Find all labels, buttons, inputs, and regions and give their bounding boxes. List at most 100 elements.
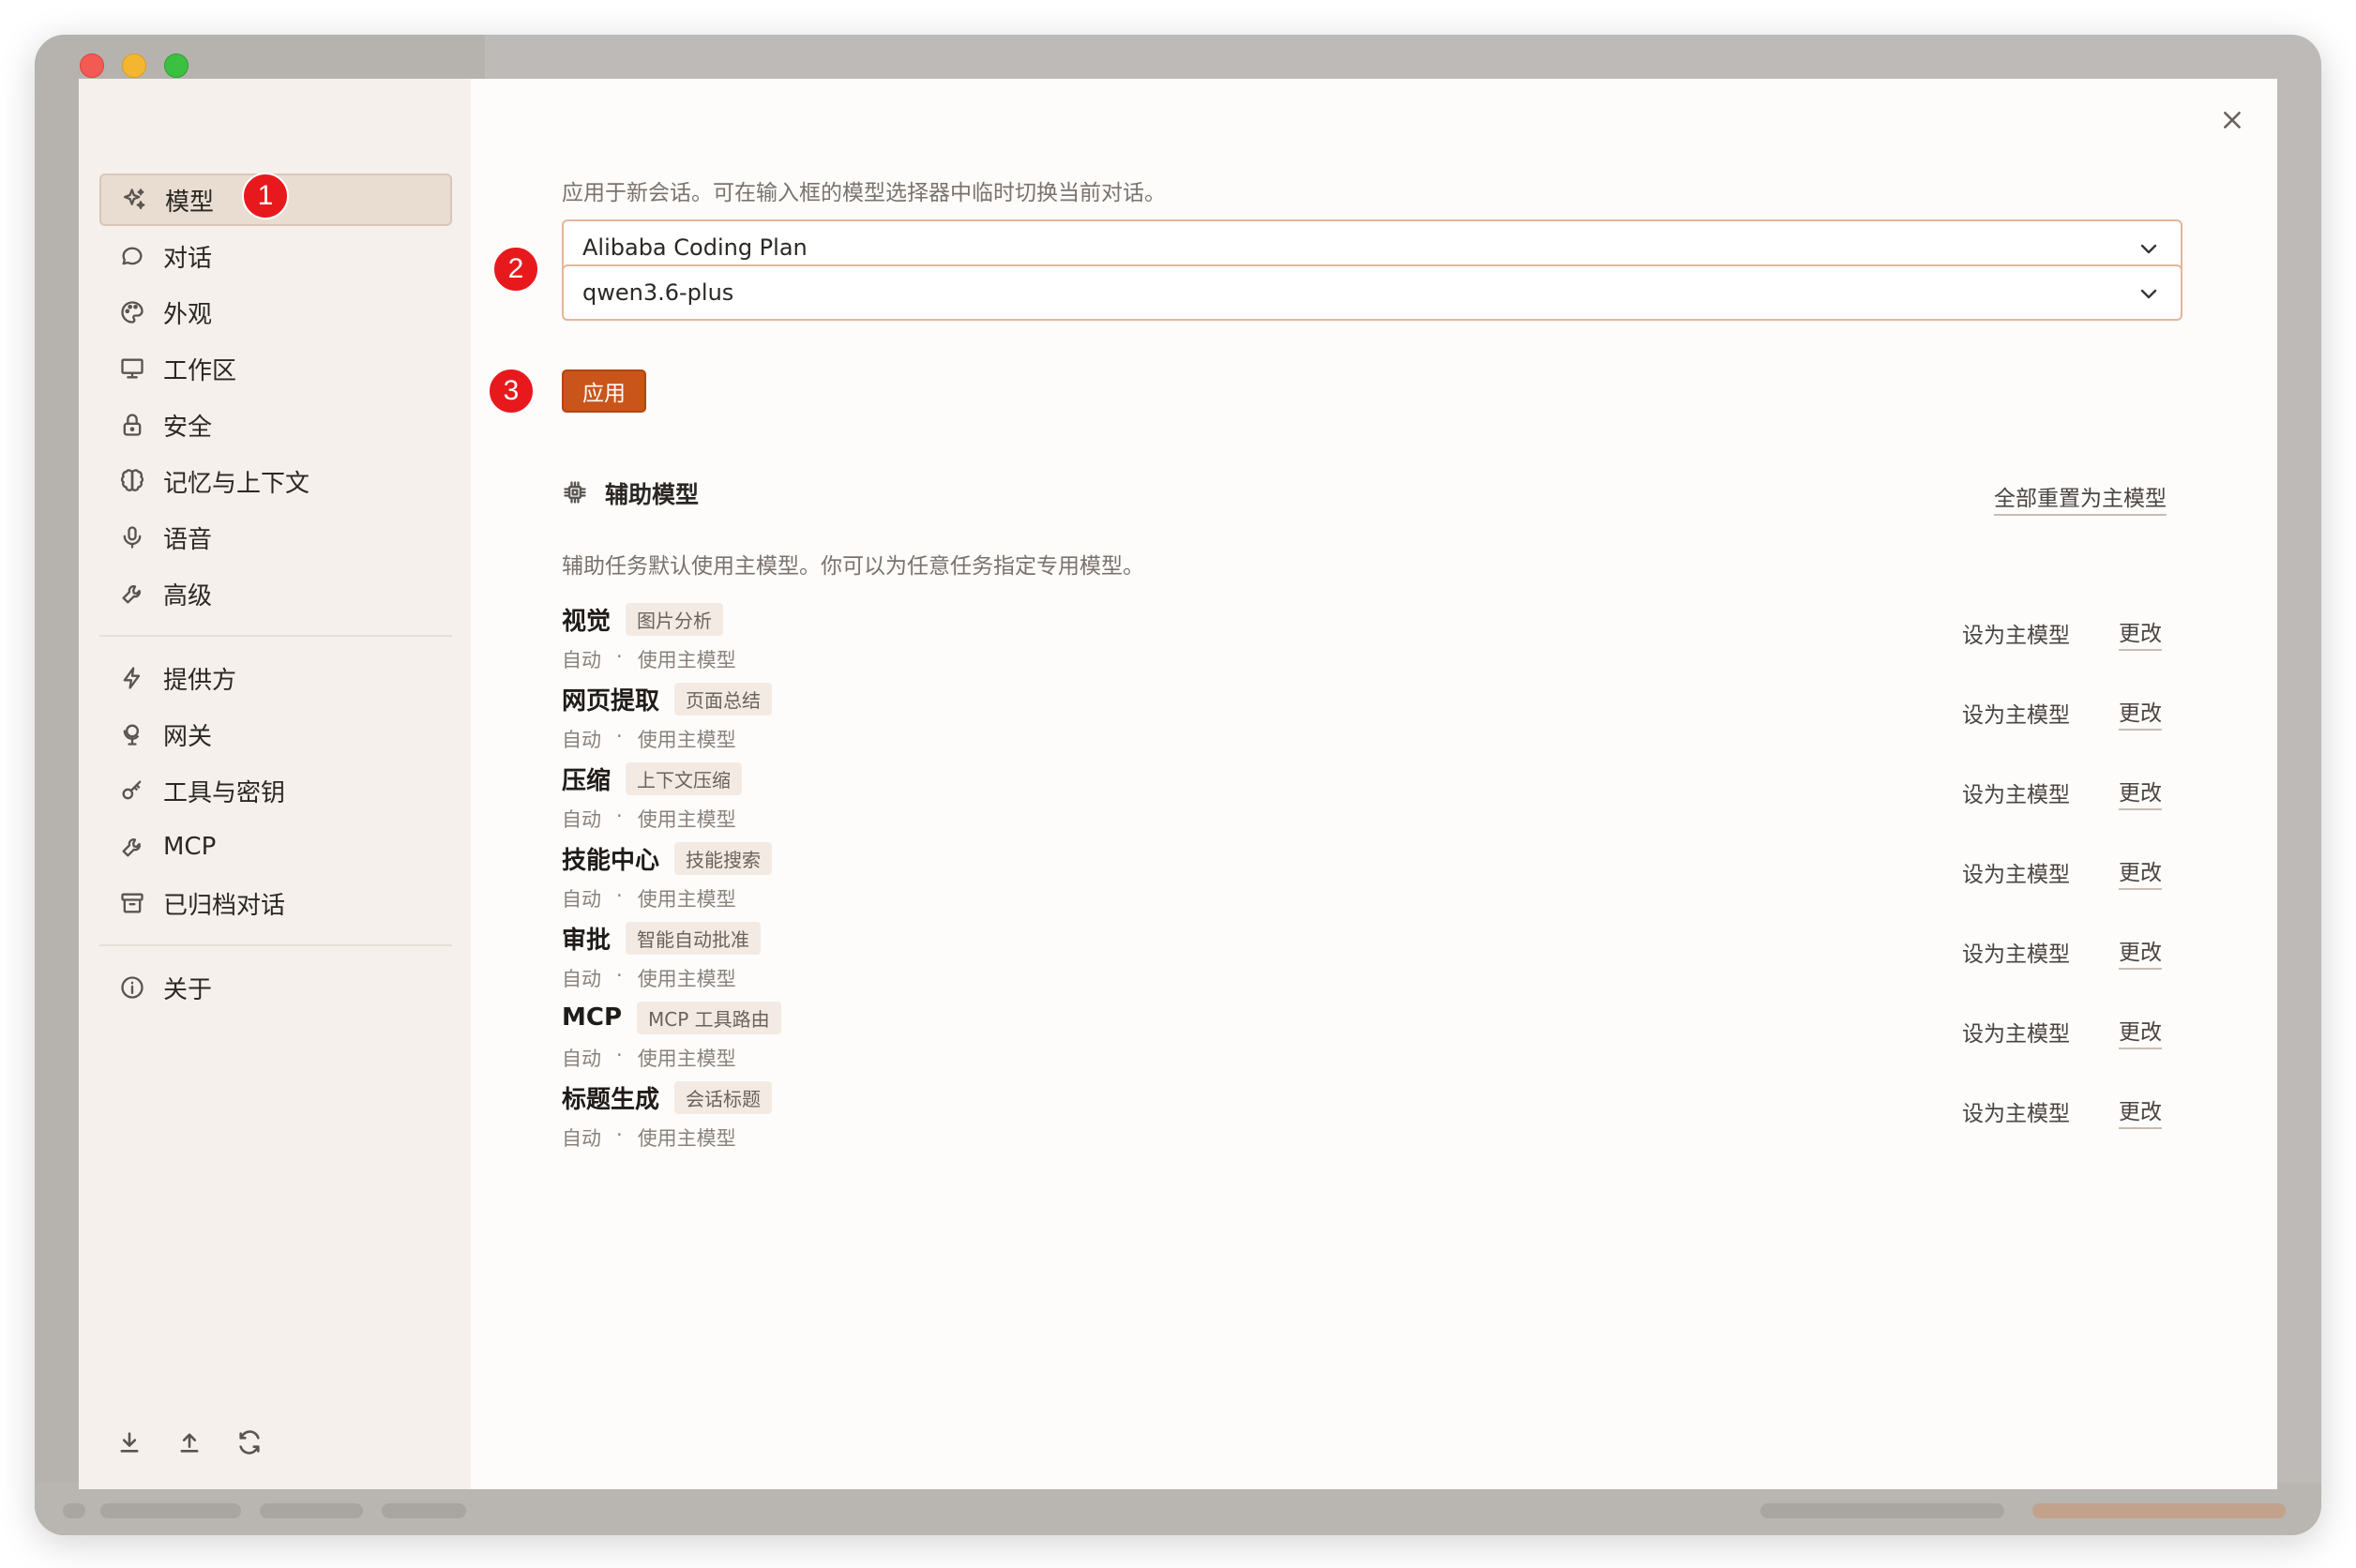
sidebar-item-label: MCP: [163, 833, 217, 861]
sidebar-item[interactable]: 工具与密钥: [99, 764, 452, 817]
aux-model-title: 辅助模型: [605, 481, 700, 508]
set-main-model-button[interactable]: 设为主模型: [1962, 697, 2070, 729]
sidebar-item-label: 关于: [163, 975, 213, 1004]
set-main-model-button[interactable]: 设为主模型: [1962, 617, 2070, 649]
reset-all-to-main-link[interactable]: 全部重置为主模型: [1994, 480, 2167, 516]
task-actions: 设为主模型 更改: [1962, 615, 2162, 651]
sidebar-item[interactable]: 对话: [99, 230, 452, 282]
blurred-chip: [100, 1503, 241, 1518]
task-name: 审批: [562, 926, 612, 955]
lock-icon: [118, 411, 146, 439]
settings-modal: 模型对话外观工作区安全 记忆与上下文 语音 高级 提供方网关 工具与密钥 MCP 已归档对话…: [79, 79, 2277, 1489]
task-status: 自动 · 使用主模型: [562, 725, 2162, 753]
task-mode: 自动: [562, 888, 601, 911]
task-actions: 设为主模型 更改: [1962, 854, 2162, 890]
palette-icon: [118, 298, 146, 326]
sidebar-item[interactable]: 提供方: [99, 652, 452, 704]
sidebar-item[interactable]: 网关: [99, 708, 452, 761]
sidebar-item[interactable]: 安全: [99, 399, 452, 451]
task-separator: ·: [616, 645, 623, 668]
task-title-line: 技能中心 技能搜索: [562, 839, 2162, 877]
task-status: 自动 · 使用主模型: [562, 884, 2162, 912]
sidebar-item[interactable]: 关于: [99, 961, 452, 1014]
zoom-window-button[interactable]: [164, 53, 189, 78]
task-actions: 设为主模型 更改: [1962, 1093, 2162, 1129]
task-separator: ·: [616, 1123, 623, 1146]
task-title-line: 压缩 上下文压缩: [562, 760, 2162, 797]
refresh-icon[interactable]: [234, 1427, 264, 1457]
change-model-link[interactable]: 更改: [2119, 695, 2162, 731]
task-tag: 会话标题: [674, 1080, 773, 1114]
task-separator: ·: [616, 805, 623, 827]
task-mode: 自动: [562, 808, 601, 831]
globe-stand-icon: [118, 720, 146, 748]
task-model: 使用主模型: [637, 808, 736, 831]
provider-select-value: Alibaba Coding Plan: [582, 234, 808, 261]
lightning-icon: [118, 664, 146, 692]
blurred-status-bar: [35, 1483, 2321, 1535]
task-name: 技能中心: [562, 846, 660, 875]
task-status: 自动 · 使用主模型: [562, 1123, 2162, 1152]
upload-icon[interactable]: [174, 1427, 204, 1457]
task-tag: 图片分析: [626, 602, 724, 636]
task-model: 使用主模型: [637, 1127, 736, 1150]
change-model-link[interactable]: 更改: [2119, 615, 2162, 651]
sparkle-icon: [120, 186, 148, 214]
task-separator: ·: [616, 725, 623, 747]
aux-task-row: 标题生成 会话标题 自动 · 使用主模型 设为主模型 更改: [562, 1078, 2162, 1172]
blurred-chip: [63, 1503, 85, 1518]
model-select[interactable]: qwen3.6-plus: [562, 264, 2182, 321]
blurred-chip: [382, 1503, 466, 1518]
sidebar-item[interactable]: MCP: [99, 821, 452, 873]
task-tag: MCP 工具路由: [637, 1001, 781, 1034]
task-separator: ·: [616, 884, 623, 907]
set-main-model-button[interactable]: 设为主模型: [1962, 776, 2070, 808]
task-title-line: 标题生成 会话标题: [562, 1078, 2162, 1116]
set-main-model-button[interactable]: 设为主模型: [1962, 936, 2070, 968]
sidebar-item-label: 对话: [163, 244, 213, 273]
task-tag: 上下文压缩: [626, 761, 743, 795]
step-badge-2: 2: [492, 246, 539, 293]
model-select-value: qwen3.6-plus: [582, 279, 734, 306]
task-tag: 智能自动批准: [626, 921, 762, 955]
sidebar-item[interactable]: 记忆与上下文: [99, 455, 452, 507]
info-icon: [118, 973, 146, 1002]
sidebar-item-label: 提供方: [163, 666, 237, 695]
cpu-chip-icon: [562, 479, 590, 507]
sidebar-item[interactable]: 工作区: [99, 342, 452, 395]
task-model: 使用主模型: [637, 1048, 736, 1070]
sidebar-item-label: 模型: [165, 188, 215, 217]
set-main-model-button[interactable]: 设为主模型: [1962, 1095, 2070, 1127]
sidebar-item[interactable]: 外观: [99, 286, 452, 339]
blurred-chip: [260, 1503, 363, 1518]
minimize-window-button[interactable]: [122, 53, 146, 78]
sidebar-footer: [114, 1427, 264, 1457]
set-main-model-button[interactable]: 设为主模型: [1962, 856, 2070, 888]
change-model-link[interactable]: 更改: [2119, 934, 2162, 970]
apply-button[interactable]: 应用: [562, 369, 646, 413]
task-name: 视觉: [562, 607, 612, 636]
task-status: 自动 · 使用主模型: [562, 1044, 2162, 1072]
change-model-link[interactable]: 更改: [2119, 854, 2162, 890]
sidebar-item[interactable]: 已归档对话: [99, 877, 452, 929]
aux-model-section-header: 辅助模型: [562, 476, 699, 510]
sidebar-item[interactable]: 语音: [99, 511, 452, 564]
change-model-link[interactable]: 更改: [2119, 775, 2162, 810]
sidebar-divider: [99, 944, 452, 946]
sidebar-item-label: 工作区: [163, 356, 237, 385]
task-separator: ·: [616, 964, 623, 987]
wrench-icon: [118, 833, 146, 861]
download-icon[interactable]: [114, 1427, 144, 1457]
step-badge-1: 1: [242, 173, 289, 219]
sidebar-item[interactable]: 高级: [99, 567, 452, 620]
change-model-link[interactable]: 更改: [2119, 1093, 2162, 1129]
task-status: 自动 · 使用主模型: [562, 805, 2162, 833]
task-model: 使用主模型: [637, 968, 736, 990]
close-modal-button[interactable]: [2217, 105, 2247, 135]
task-separator: ·: [616, 1044, 623, 1066]
chat-bubble-icon: [118, 242, 146, 270]
set-main-model-button[interactable]: 设为主模型: [1962, 1016, 2070, 1048]
close-window-button[interactable]: [80, 53, 104, 78]
task-tag: 页面总结: [674, 682, 773, 716]
change-model-link[interactable]: 更改: [2119, 1014, 2162, 1049]
